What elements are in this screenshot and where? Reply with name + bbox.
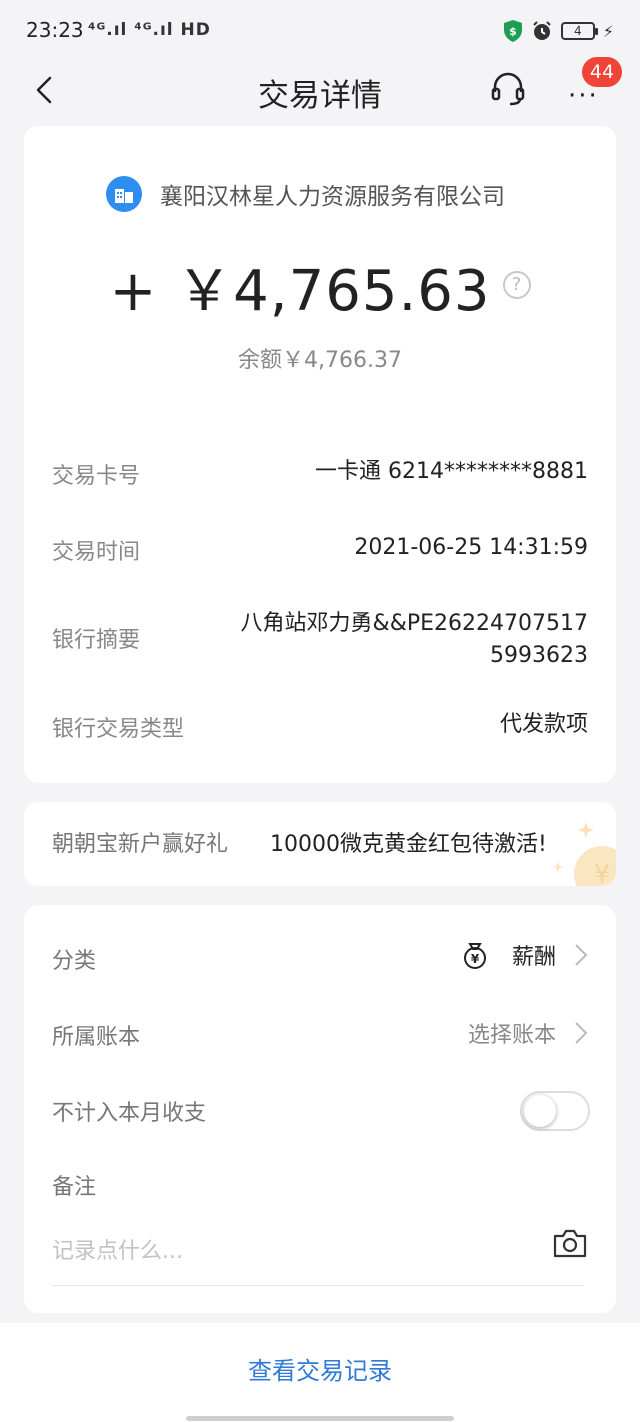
bottom-bar: 查看交易记录 [0, 1323, 640, 1422]
promo-text: 10000微克黄金红包待激活! [270, 832, 547, 857]
type-value: 代发款项 [499, 712, 588, 737]
status-bar: 23:23 ⁴ᴳ.ıl ⁴ᴳ.ıl HD $ 4 ⚡ [0, 0, 640, 62]
view-records-link[interactable]: 查看交易记录 [0, 1351, 640, 1386]
nav-bar: 交易详情 ··· 44 [0, 57, 640, 122]
status-icons: $ 4 ⚡ [503, 18, 614, 44]
category-label: 分类 [52, 949, 97, 974]
help-icon[interactable]: ? [502, 271, 531, 299]
amount-row: + ￥4,765.63? [24, 246, 616, 327]
svg-text:$: $ [509, 25, 517, 38]
category-value: 薪酬 [511, 945, 556, 970]
balance: 余额￥4,766.37 [238, 348, 402, 373]
note-input[interactable]: 记录点什么... [52, 1233, 183, 1265]
card-number-value: 一卡通 6214********8881 [315, 459, 588, 484]
time-value: 2021-06-25 14:31:59 [354, 535, 588, 560]
svg-text:¥: ¥ [471, 952, 480, 966]
status-time: 23:23 [26, 18, 84, 42]
transaction-card: 襄阳汉林星人力资源服务有限公司 + ￥4,765.63? 余额￥4,766.37… [24, 126, 616, 783]
transaction-amount: + ￥4,765.63 [109, 259, 491, 324]
charging-icon: ⚡ [602, 21, 614, 41]
chevron-right-icon [575, 944, 588, 966]
time-label: 交易时间 [52, 540, 141, 565]
settings-card: 分类 ¥ 薪酬 所属账本 选择账本 不计入本月收支 备注 记录点什么... [24, 905, 616, 1313]
coin-sparkle-icon: ¥ [553, 822, 616, 886]
network-indicator: ⁴ᴳ.ıl ⁴ᴳ.ıl HD [88, 20, 211, 40]
type-label: 银行交易类型 [52, 717, 185, 742]
svg-text:¥: ¥ [594, 860, 611, 886]
note-divider [52, 1285, 584, 1286]
promo-label: 朝朝宝新户赢好礼 [52, 832, 229, 857]
camera-icon[interactable] [552, 1227, 588, 1259]
more-dots-icon: ··· [568, 81, 599, 111]
card-number-label: 交易卡号 [52, 464, 141, 489]
battery-icon: 4 [560, 22, 598, 40]
alarm-icon [533, 21, 551, 40]
merchant-name: 襄阳汉林星人力资源服务有限公司 [160, 184, 505, 210]
chevron-right-icon [575, 1022, 588, 1044]
home-indicator[interactable] [186, 1416, 454, 1421]
exclude-label: 不计入本月收支 [52, 1101, 207, 1126]
ledger-label: 所属账本 [52, 1025, 141, 1050]
toggle-knob [524, 1095, 556, 1127]
merchant: 襄阳汉林星人力资源服务有限公司 [106, 174, 505, 214]
exclude-toggle[interactable] [520, 1091, 590, 1131]
summary-label: 银行摘要 [52, 628, 141, 653]
building-icon [106, 176, 142, 212]
customer-service-icon[interactable] [490, 70, 526, 106]
money-bag-icon: ¥ [463, 943, 486, 969]
promo-banner[interactable]: 朝朝宝新户赢好礼 10000微克黄金红包待激活! ¥ [24, 802, 616, 886]
category-selector[interactable]: ¥ 薪酬 [460, 939, 588, 971]
shield-icon: $ [503, 20, 522, 42]
summary-value: 八角站邓力勇&&PE26224707517 5993623 [240, 611, 588, 668]
ledger-value: 选择账本 [467, 1023, 556, 1048]
ledger-selector[interactable]: 选择账本 [468, 1017, 588, 1049]
note-label: 备注 [52, 1175, 97, 1200]
page-title: 交易详情 [258, 78, 382, 114]
notification-badge: 44 [582, 57, 622, 87]
